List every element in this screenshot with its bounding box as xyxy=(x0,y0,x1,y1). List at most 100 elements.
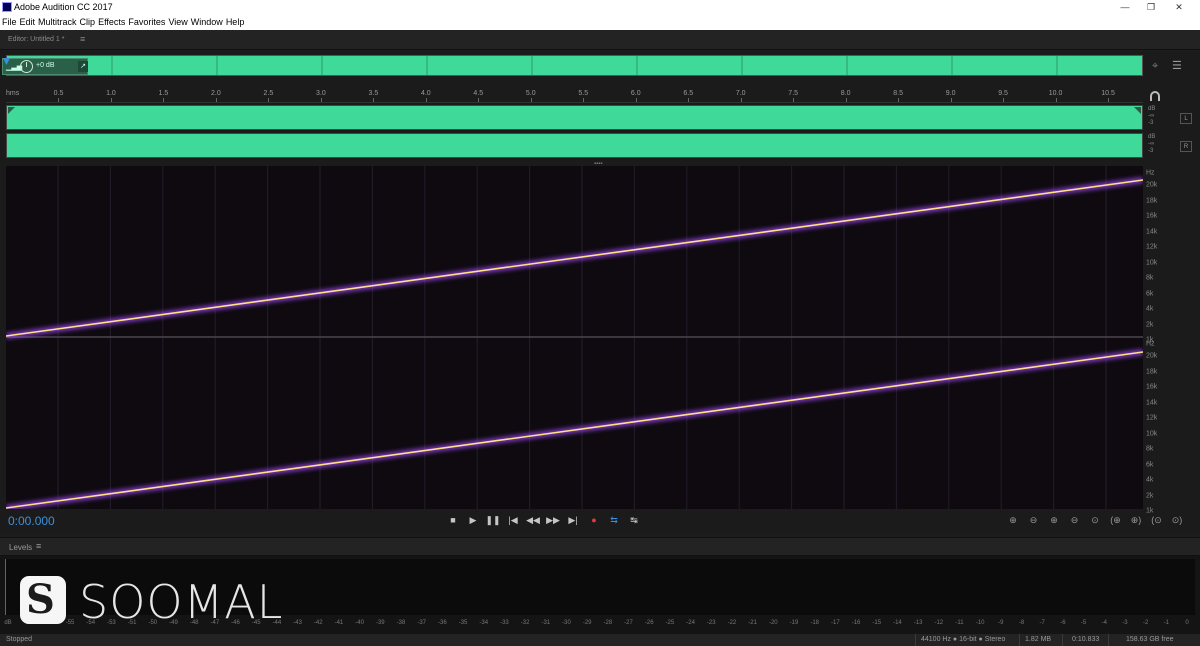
meter-scale-label: -9 xyxy=(998,620,1004,626)
zoom-in-amplitude-button[interactable]: ⊕ xyxy=(1003,514,1023,526)
hz-tick-label: 4k xyxy=(1146,476,1154,484)
meter-scale-label: -31 xyxy=(541,620,551,626)
menu-edit[interactable]: Edit xyxy=(20,15,36,27)
ruler-tick-label: 8.5 xyxy=(893,90,903,97)
file-duration: 0:10.833 xyxy=(1072,636,1100,643)
db-label: dB xyxy=(1148,134,1156,140)
status-separator xyxy=(1062,634,1063,646)
zoom-out-time-button[interactable]: ⊖ xyxy=(1065,514,1085,526)
waveform-channel-right[interactable] xyxy=(6,133,1143,158)
pause-button[interactable]: ❚❚ xyxy=(485,514,501,526)
ruler-tick-mark xyxy=(1055,98,1057,102)
minimize-button[interactable]: — xyxy=(1116,1,1134,14)
hz-tick-label: 20k xyxy=(1146,352,1158,360)
meter-scale-label: -21 xyxy=(748,620,757,626)
menu-file[interactable]: File xyxy=(2,15,17,27)
ruler-tick-label: 10.0 xyxy=(1048,90,1063,97)
zoom-in-right-button[interactable]: ⊕) xyxy=(1126,514,1146,526)
file-size: 1.82 MB xyxy=(1025,636,1052,643)
maximize-button[interactable]: ❐ xyxy=(1142,1,1160,14)
move-to-next-button[interactable]: ▶| xyxy=(565,514,581,526)
stop-button[interactable]: ■ xyxy=(445,514,461,526)
ruler-tick-mark xyxy=(583,98,585,102)
crosshair-icon[interactable]: ⌖ xyxy=(1152,60,1158,73)
ruler-tick-mark xyxy=(320,98,322,102)
snap-magnet-icon[interactable] xyxy=(1150,91,1160,101)
ruler-tick-mark xyxy=(163,98,165,102)
fade-out-handle[interactable] xyxy=(1134,107,1141,114)
timeline-ruler[interactable]: hms 0.5 1.0 1.5 2.0 2.5 3.0 3.5 4.0 4.5 5.0 5.5 6.0… xyxy=(6,89,1143,103)
sample-format: 44100 Hz ● 16-bit ● Stereo xyxy=(921,636,1006,643)
fast-forward-button[interactable]: ▶▶ xyxy=(545,514,561,526)
meter-scale-label: 0 xyxy=(1185,620,1189,626)
menu-multitrack[interactable]: Multitrack xyxy=(38,15,77,27)
zoom-out-amplitude-button[interactable]: ⊖ xyxy=(1024,514,1044,526)
menu-view[interactable]: View xyxy=(168,15,187,27)
meter-scale-label: -36 xyxy=(438,620,447,626)
hud-volume-control: ▁▃▅ +0 dB ↗ xyxy=(2,58,88,75)
zoom-in-left-button[interactable]: (⊕ xyxy=(1106,514,1126,526)
ruler-tick-label: 0.5 xyxy=(53,90,64,97)
ruler-tick-mark xyxy=(635,98,637,102)
menu-effects[interactable]: Effects xyxy=(98,15,125,27)
ruler-tick-label: 5.5 xyxy=(578,90,589,97)
list-view-icon[interactable]: ☰ xyxy=(1172,59,1182,72)
zoom-in-time-button[interactable]: ⊕ xyxy=(1044,514,1064,526)
ruler-tick-mark xyxy=(268,98,270,102)
ruler-tick-mark xyxy=(740,98,742,102)
editor-tab[interactable]: Editor: Untitled 1 * xyxy=(8,36,64,43)
zoom-out-full-button[interactable]: ⊙ xyxy=(1085,514,1105,526)
meter-scale-label: -20 xyxy=(768,620,778,626)
waveform-overview[interactable] xyxy=(6,55,1143,76)
hz-tick-label: 2k xyxy=(1146,492,1154,499)
menu-window[interactable]: Window xyxy=(191,15,223,27)
zoom-selection-button[interactable]: (⊙ xyxy=(1147,514,1167,526)
hz-tick-label: 2k xyxy=(1146,321,1154,328)
ruler-tick-label: 1.0 xyxy=(106,90,116,97)
ruler-tick-mark xyxy=(58,98,60,102)
ruler-tick-mark xyxy=(373,98,375,102)
menu-help[interactable]: Help xyxy=(226,15,245,27)
zoom-to-selection-button[interactable]: ⊙) xyxy=(1167,514,1187,526)
ruler-unit-label: hms xyxy=(6,90,20,97)
meter-scale-label: dB xyxy=(4,620,12,626)
menu-clip[interactable]: Clip xyxy=(80,15,96,27)
volume-knob[interactable] xyxy=(20,60,33,73)
hz-tick-label: 8k xyxy=(1146,445,1154,453)
record-button[interactable]: ● xyxy=(586,514,602,526)
move-to-previous-button[interactable]: |◀ xyxy=(505,514,521,526)
meter-scale-label: -15 xyxy=(872,620,882,626)
ruler-tick-label: 9.0 xyxy=(945,90,956,97)
channel-toggle-right[interactable]: R xyxy=(1180,141,1192,152)
skip-selection-button[interactable]: ↹ xyxy=(626,514,642,526)
ruler-tick-label: 2.5 xyxy=(263,90,274,97)
menu-favorites[interactable]: Favorites xyxy=(128,15,165,27)
meter-scale-label: -35 xyxy=(458,620,468,626)
ruler-tick-label: 7.0 xyxy=(735,90,746,97)
channel-toggle-left[interactable]: L xyxy=(1180,113,1192,124)
fade-in-handle[interactable] xyxy=(8,107,15,114)
meter-scale-label: -33 xyxy=(500,620,509,626)
waveform-channel-left[interactable] xyxy=(6,105,1143,130)
db-label: -3 xyxy=(1148,120,1154,126)
spectral-frequency-display[interactable] xyxy=(6,166,1143,509)
menu-bar: File Edit Multitrack Clip Effects Favorites Vi… xyxy=(0,15,1200,30)
levels-panel-title[interactable]: Levels xyxy=(9,543,32,552)
db-label: -∞ xyxy=(1148,141,1155,147)
volume-db-readout[interactable]: +0 dB xyxy=(36,62,55,69)
editor-panel-menu-icon[interactable]: ≡ xyxy=(80,34,85,44)
status-bar: Stopped 44100 Hz ● 16-bit ● Stereo 1.82 … xyxy=(0,634,1200,646)
ruler-tick-label: 1.5 xyxy=(158,90,169,97)
current-time-display[interactable]: 0:00.000 xyxy=(8,514,55,528)
pin-hud-icon[interactable]: ↗ xyxy=(78,61,88,72)
play-button[interactable]: ▶ xyxy=(465,514,481,526)
loop-playback-button[interactable]: ⇆ xyxy=(606,514,622,526)
meter-scale-label: -2 xyxy=(1142,620,1149,626)
ruler-tick-label: 4.5 xyxy=(473,90,484,97)
rewind-button[interactable]: ◀◀ xyxy=(525,514,541,526)
close-button[interactable]: ✕ xyxy=(1170,1,1188,14)
ruler-tick-label: 6.5 xyxy=(683,90,694,97)
ruler-tick-mark xyxy=(793,98,795,102)
levels-panel-menu-icon[interactable]: ≡ xyxy=(36,541,41,551)
meter-scale-label: -7 xyxy=(1039,620,1045,626)
